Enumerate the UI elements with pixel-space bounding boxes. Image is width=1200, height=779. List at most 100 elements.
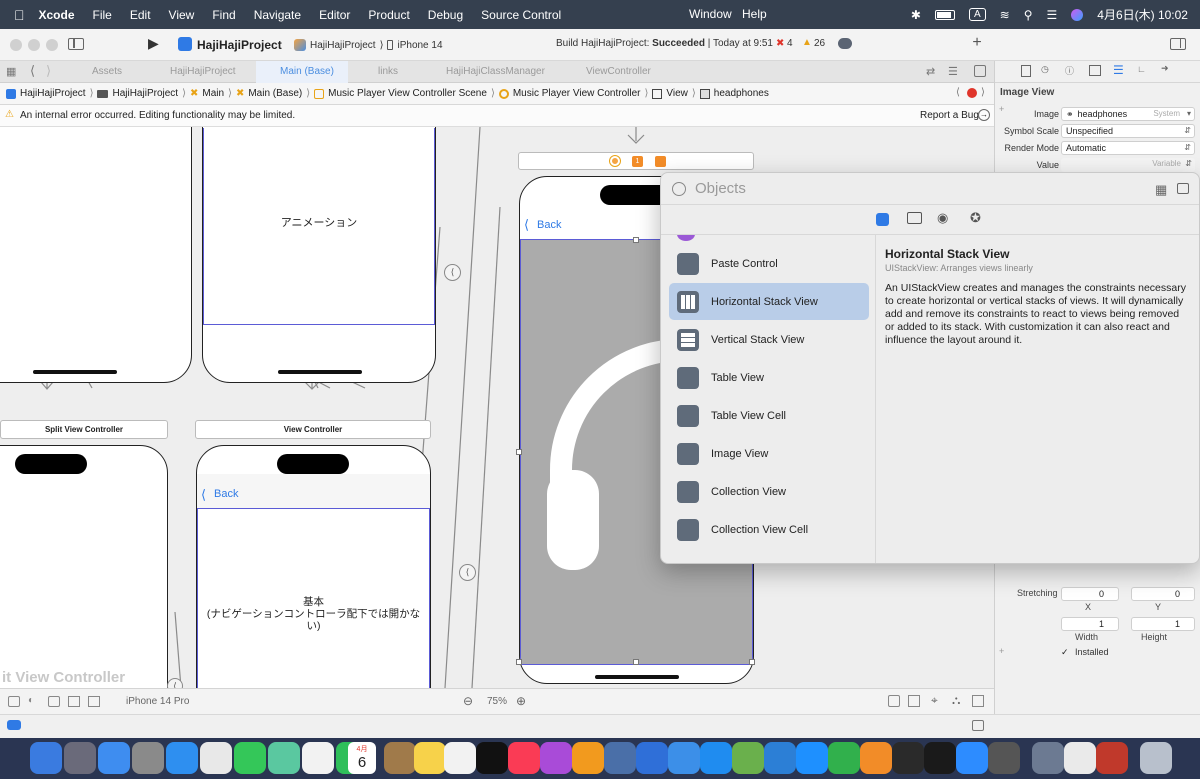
orientation-icon[interactable] <box>48 696 60 707</box>
issue-error-icon[interactable] <box>967 88 977 98</box>
xcode-beta-icon[interactable] <box>636 742 668 774</box>
segue-circle-icon[interactable]: ⟨ <box>167 678 183 688</box>
zoom-level[interactable]: 75% <box>487 696 507 707</box>
report-bug-link[interactable]: Report a Bug <box>920 110 979 121</box>
zoom-out-icon[interactable]: ⊖ <box>463 694 473 708</box>
jump-item-scene[interactable]: Music Player View Controller Scene <box>328 88 487 99</box>
related-files-icon[interactable]: ⇄ <box>926 65 935 78</box>
menu-help[interactable]: Help <box>742 7 767 21</box>
minimize-window-button[interactable] <box>28 39 40 51</box>
close-window-button[interactable] <box>10 39 22 51</box>
menu-file[interactable]: File <box>93 8 112 22</box>
jump-item-headphones[interactable]: headphones <box>714 88 769 99</box>
input-indicator[interactable]: A <box>968 8 986 21</box>
run-button[interactable]: ▶ <box>148 35 159 52</box>
render-mode-select[interactable]: Automatic ⇵ <box>1061 141 1195 155</box>
dictionary-icon[interactable] <box>1096 742 1128 774</box>
resolve-issues-icon[interactable] <box>972 695 984 707</box>
library-item-collection-view[interactable]: Collection View <box>669 473 869 510</box>
library-item-image-view[interactable]: Image View <box>669 435 869 472</box>
vscode-icon[interactable] <box>764 742 796 774</box>
scene-animation[interactable]: アニメーション <box>202 127 436 383</box>
segue-circle-icon[interactable]: ⟨ <box>444 264 461 281</box>
navigator-toggle-icon[interactable] <box>68 38 84 50</box>
numbers-icon[interactable] <box>828 742 860 774</box>
grid-icon[interactable]: ▦ <box>6 65 16 78</box>
jump-item-group[interactable]: HajiHajiProject <box>112 88 178 99</box>
size-inspector-icon[interactable]: ∟ <box>1137 64 1146 74</box>
menu-app-name[interactable]: Xcode <box>39 8 75 22</box>
animation-label[interactable]: アニメーション <box>203 214 435 230</box>
connections-inspector-icon[interactable]: ➜ <box>1161 63 1169 74</box>
pages-icon[interactable] <box>860 742 892 774</box>
menu-source-control[interactable]: Source Control <box>481 8 561 22</box>
calendar-icon[interactable]: 4月 6 <box>348 742 376 774</box>
update-frames-icon[interactable] <box>888 695 900 707</box>
finder-icon[interactable] <box>30 742 62 774</box>
jump-item-main[interactable]: Main <box>202 88 224 99</box>
stretching-x-field[interactable]: 0 <box>1061 587 1119 601</box>
split-editor-icon[interactable] <box>974 65 986 77</box>
back-chevron-icon[interactable]: ⟨ <box>524 217 529 233</box>
warning-icon[interactable]: ▲ <box>802 37 812 48</box>
menu-edit[interactable]: Edit <box>130 8 151 22</box>
error-count[interactable]: 4 <box>787 38 793 49</box>
arrow-right-circle-icon[interactable]: → <box>978 109 990 121</box>
bluetooth-icon[interactable]: ✱ <box>911 8 921 22</box>
tab-view-controller[interactable]: ViewController <box>572 61 668 83</box>
scene-basic[interactable]: ⟨ Back 基本 (ナビゲーションコントローラ配下では開かな い) <box>196 445 431 688</box>
colors-tab-icon[interactable]: ◉ <box>937 210 948 226</box>
embed-in-icon[interactable] <box>908 695 920 707</box>
next-issue-icon[interactable]: ⟩ <box>981 87 985 98</box>
search-icon[interactable]: ⚲ <box>1024 8 1033 22</box>
error-icon[interactable]: ✖ <box>776 38 784 49</box>
forward-nav-icon[interactable]: ⟩ <box>46 63 51 79</box>
scene-split-view[interactable] <box>0 445 168 688</box>
back-nav-icon[interactable]: ⟨ <box>30 63 35 79</box>
stretching-width-field[interactable]: 1 <box>1061 617 1119 631</box>
mail-icon[interactable] <box>98 742 130 774</box>
music-icon[interactable] <box>508 742 540 774</box>
menu-product[interactable]: Product <box>368 8 409 22</box>
downloads-stack-icon[interactable] <box>1032 742 1064 774</box>
stretching-height-field[interactable]: 1 <box>1131 617 1195 631</box>
file-inspector-icon[interactable] <box>1021 65 1031 77</box>
testflight-icon[interactable] <box>668 742 700 774</box>
documents-stack-icon[interactable] <box>1064 742 1096 774</box>
identity-inspector-icon[interactable] <box>1089 65 1101 76</box>
jump-item-main-base[interactable]: Main (Base) <box>248 88 302 99</box>
debug-area-toggle-icon[interactable] <box>7 720 21 730</box>
notes-icon[interactable] <box>414 742 446 774</box>
resize-handle[interactable] <box>633 237 639 243</box>
music-player-scene-bar[interactable]: 1 <box>518 152 754 170</box>
split-view-scene-bar[interactable]: Split View Controller <box>0 420 168 439</box>
clock[interactable]: 4月6日(木) 10:02 <box>1097 6 1188 23</box>
jump-item-project[interactable]: HajiHajiProject <box>20 88 86 99</box>
tab-assets[interactable]: Assets <box>78 61 152 83</box>
snippets-tab-icon[interactable]: ✪ <box>970 210 981 226</box>
launchpad-icon[interactable] <box>64 742 96 774</box>
library-item-table-view[interactable]: Table View <box>669 359 869 396</box>
zoom-app-icon[interactable] <box>956 742 988 774</box>
menu-navigate[interactable]: Navigate <box>254 8 301 22</box>
add-constraints-icon[interactable]: ⛬ <box>952 693 960 708</box>
back-chevron-icon[interactable]: ⟨ <box>201 487 206 503</box>
github-icon[interactable] <box>892 742 924 774</box>
menu-window[interactable]: Window <box>689 7 732 21</box>
appearance-icon[interactable]: ◐ <box>28 695 34 706</box>
layout-icon[interactable] <box>88 696 100 707</box>
project-name[interactable]: HajiHajiProject <box>197 38 282 52</box>
library-item-table-view-cell[interactable]: Table View Cell <box>669 397 869 434</box>
back-button[interactable]: Back <box>214 488 238 500</box>
installed-checkbox[interactable]: ✓ <box>1061 647 1069 658</box>
tab-main-base[interactable]: Main (Base) <box>256 61 348 83</box>
symbol-scale-select[interactable]: Unspecified ⇵ <box>1061 124 1195 138</box>
menu-editor[interactable]: Editor <box>319 8 350 22</box>
cloud-icon[interactable] <box>838 38 852 49</box>
segue-circle-icon[interactable]: ⟨ <box>459 564 476 581</box>
scheme-selector[interactable]: HajiHajiProject ⟩ iPhone 14 <box>294 35 443 55</box>
photos-icon[interactable] <box>302 742 334 774</box>
jump-item-controller[interactable]: Music Player View Controller <box>513 88 641 99</box>
view-controller-scene-bar[interactable]: View Controller <box>195 420 431 439</box>
tab-links[interactable]: links <box>364 61 424 83</box>
